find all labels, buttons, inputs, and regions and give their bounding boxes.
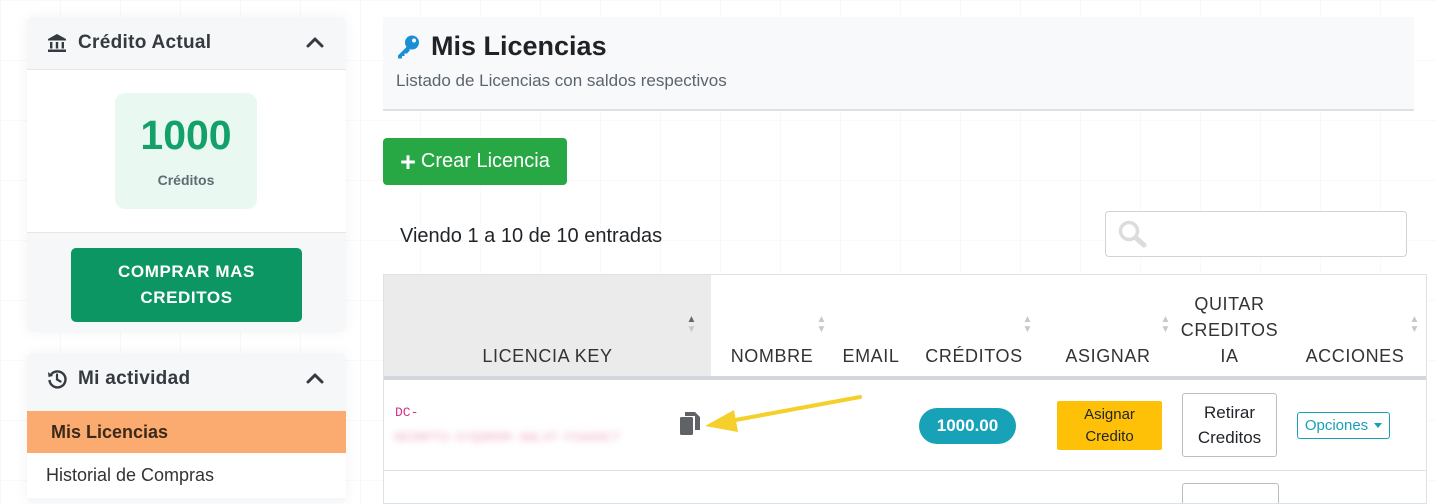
history-icon <box>47 368 69 390</box>
options-label: Opciones <box>1304 417 1369 434</box>
create-license-label: Crear Licencia <box>420 150 550 172</box>
nav-item-historial-compras[interactable]: Historial de Compras <box>27 453 346 498</box>
credit-label: Créditos <box>157 172 215 188</box>
search-icon <box>1118 220 1147 248</box>
page-subtitle: Listado de Licencias con saldos respecti… <box>396 71 727 90</box>
sort-icon: ▲ ▼ <box>816 314 827 335</box>
activity-card: Mi actividad Mis Licencias Historial de … <box>27 353 346 503</box>
sort-icon: ▲ ▼ <box>1022 314 1033 335</box>
search-input[interactable] <box>1156 220 1400 250</box>
chevron-up-icon[interactable] <box>304 368 326 390</box>
caret-down-icon <box>1374 423 1383 428</box>
retire-credits-button-next-row[interactable] <box>1182 483 1279 503</box>
column-header-nombre[interactable]: NOMBRE ▲ ▼ <box>711 275 833 377</box>
assign-credit-button[interactable]: Asignar Credito <box>1057 401 1162 450</box>
sort-icon: ▲ ▼ <box>686 314 697 335</box>
licenses-table: LICENCIA KEY ▲ ▼ NOMBRE ▲ ▼ EMAIL CRÉDITOS… <box>383 274 1427 504</box>
credit-card-header[interactable]: Crédito Actual <box>27 17 346 69</box>
buy-credits-button[interactable]: COMPRAR MAS CREDITOS <box>71 248 302 322</box>
credit-body: 1000 Créditos <box>27 69 346 233</box>
column-header-asignar[interactable]: ASIGNAR ▲ ▼ <box>1039 275 1177 377</box>
activity-card-title: Mi actividad <box>78 368 191 389</box>
credits-badge: 1000.00 <box>919 408 1016 444</box>
nav-item-mis-licencias[interactable]: Mis Licencias <box>27 411 346 453</box>
row-divider <box>384 470 1426 471</box>
create-license-button[interactable]: + Crear Licencia <box>383 138 567 185</box>
license-key-prefix: DC- <box>395 405 419 420</box>
sort-icon: ▲ ▼ <box>1160 314 1171 335</box>
header-divider <box>384 376 1426 380</box>
search-box[interactable] <box>1105 211 1407 257</box>
page-title: Mis Licencias <box>395 31 607 62</box>
column-header-quitar-creditos-ia[interactable]: QUITAR CREDITOS IA <box>1177 275 1282 377</box>
column-header-creditos[interactable]: CRÉDITOS ▲ ▼ <box>909 275 1039 377</box>
options-dropdown[interactable]: Opciones <box>1297 412 1390 439</box>
key-icon <box>395 34 421 60</box>
license-key-value: 9E5RPTU-5YQ0R8M-3WL4T-FSAG6C7 <box>394 430 621 444</box>
column-header-email[interactable]: EMAIL <box>833 275 909 377</box>
bank-icon <box>47 32 69 54</box>
chevron-up-icon[interactable] <box>304 32 326 54</box>
page-title-text: Mis Licencias <box>431 31 607 61</box>
plus-icon: + <box>400 146 416 177</box>
column-header-licencia-key[interactable]: LICENCIA KEY ▲ ▼ <box>384 275 711 377</box>
credit-card-title: Crédito Actual <box>78 32 212 53</box>
page-header: Mis Licencias Listado de Licencias con s… <box>383 17 1414 111</box>
sort-icon: ▲ ▼ <box>1409 314 1420 335</box>
credit-value: 1000 <box>140 112 232 158</box>
column-header-acciones[interactable]: ACCIONES ▲ ▼ <box>1282 275 1426 377</box>
credit-card: Crédito Actual 1000 Créditos COMPRAR MAS… <box>27 17 346 332</box>
annotation-arrow <box>705 395 862 432</box>
credit-balance-box: 1000 Créditos <box>115 93 257 209</box>
entries-info: Viendo 1 a 10 de 10 entradas <box>400 225 663 247</box>
activity-card-header[interactable]: Mi actividad <box>27 353 346 405</box>
retire-credits-button[interactable]: Retirar Creditos <box>1182 393 1277 457</box>
